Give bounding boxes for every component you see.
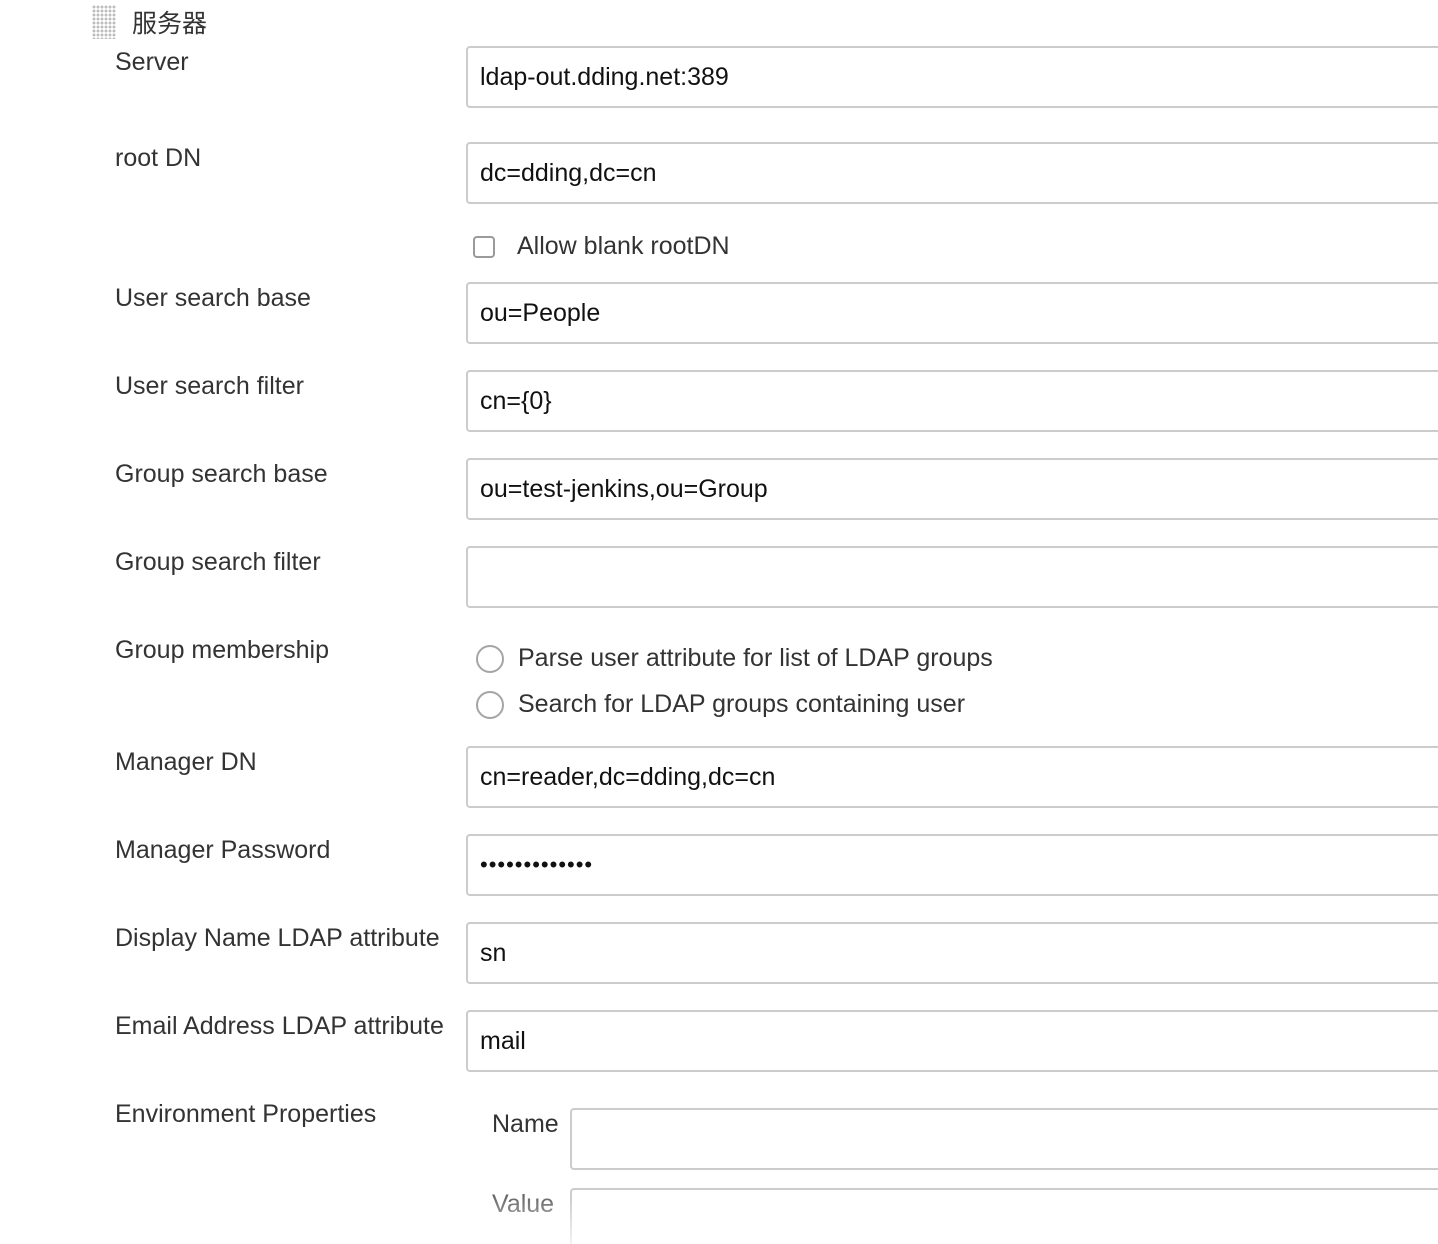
root-dn-label: root DN — [115, 144, 202, 172]
parse-attribute-label: Parse user attribute for list of LDAP gr… — [518, 644, 993, 672]
server-label: Server — [115, 48, 189, 76]
group-search-base-label: Group search base — [115, 460, 328, 488]
section-header: 服务器 — [92, 4, 207, 40]
group-search-filter-label: Group search filter — [115, 548, 321, 576]
group-search-filter-input[interactable] — [466, 546, 1438, 608]
group-membership-option-parse[interactable]: Parse user attribute for list of LDAP gr… — [476, 644, 993, 673]
env-value-input[interactable] — [570, 1188, 1438, 1244]
group-membership-label: Group membership — [115, 636, 329, 664]
env-value-label: Value — [492, 1190, 555, 1218]
display-name-attr-input[interactable] — [466, 922, 1438, 984]
manager-dn-label: Manager DN — [115, 748, 257, 776]
server-input[interactable] — [466, 46, 1438, 108]
manager-dn-input[interactable] — [466, 746, 1438, 808]
group-search-base-input[interactable] — [466, 458, 1438, 520]
group-membership-option-search[interactable]: Search for LDAP groups containing user — [476, 690, 965, 719]
manager-password-label: Manager Password — [115, 836, 331, 864]
environment-properties-label: Environment Properties — [115, 1100, 377, 1128]
user-search-base-input[interactable] — [466, 282, 1438, 344]
drag-handle-icon[interactable] — [92, 5, 116, 39]
user-search-base-label: User search base — [115, 284, 311, 312]
ldap-server-config-page: 服务器 Server root DN Allow blank rootDN Us… — [0, 0, 1438, 1244]
allow-blank-rootdn-label: Allow blank rootDN — [517, 232, 730, 260]
section-title: 服务器 — [132, 10, 208, 38]
search-groups-radio[interactable] — [476, 690, 504, 719]
env-name-label: Name — [492, 1110, 559, 1138]
email-attr-label: Email Address LDAP attribute — [115, 1012, 444, 1040]
user-search-filter-input[interactable] — [466, 370, 1438, 432]
parse-attribute-radio[interactable] — [476, 644, 504, 673]
display-name-attr-label: Display Name LDAP attribute — [115, 924, 440, 952]
user-search-filter-label: User search filter — [115, 372, 304, 400]
allow-blank-rootdn-checkbox[interactable] — [473, 235, 495, 258]
search-groups-label: Search for LDAP groups containing user — [518, 690, 966, 718]
email-attr-input[interactable] — [466, 1010, 1438, 1072]
env-name-input[interactable] — [570, 1108, 1438, 1170]
manager-password-input[interactable] — [466, 834, 1438, 896]
allow-blank-rootdn-row[interactable]: Allow blank rootDN — [473, 232, 730, 261]
root-dn-input[interactable] — [466, 142, 1438, 204]
